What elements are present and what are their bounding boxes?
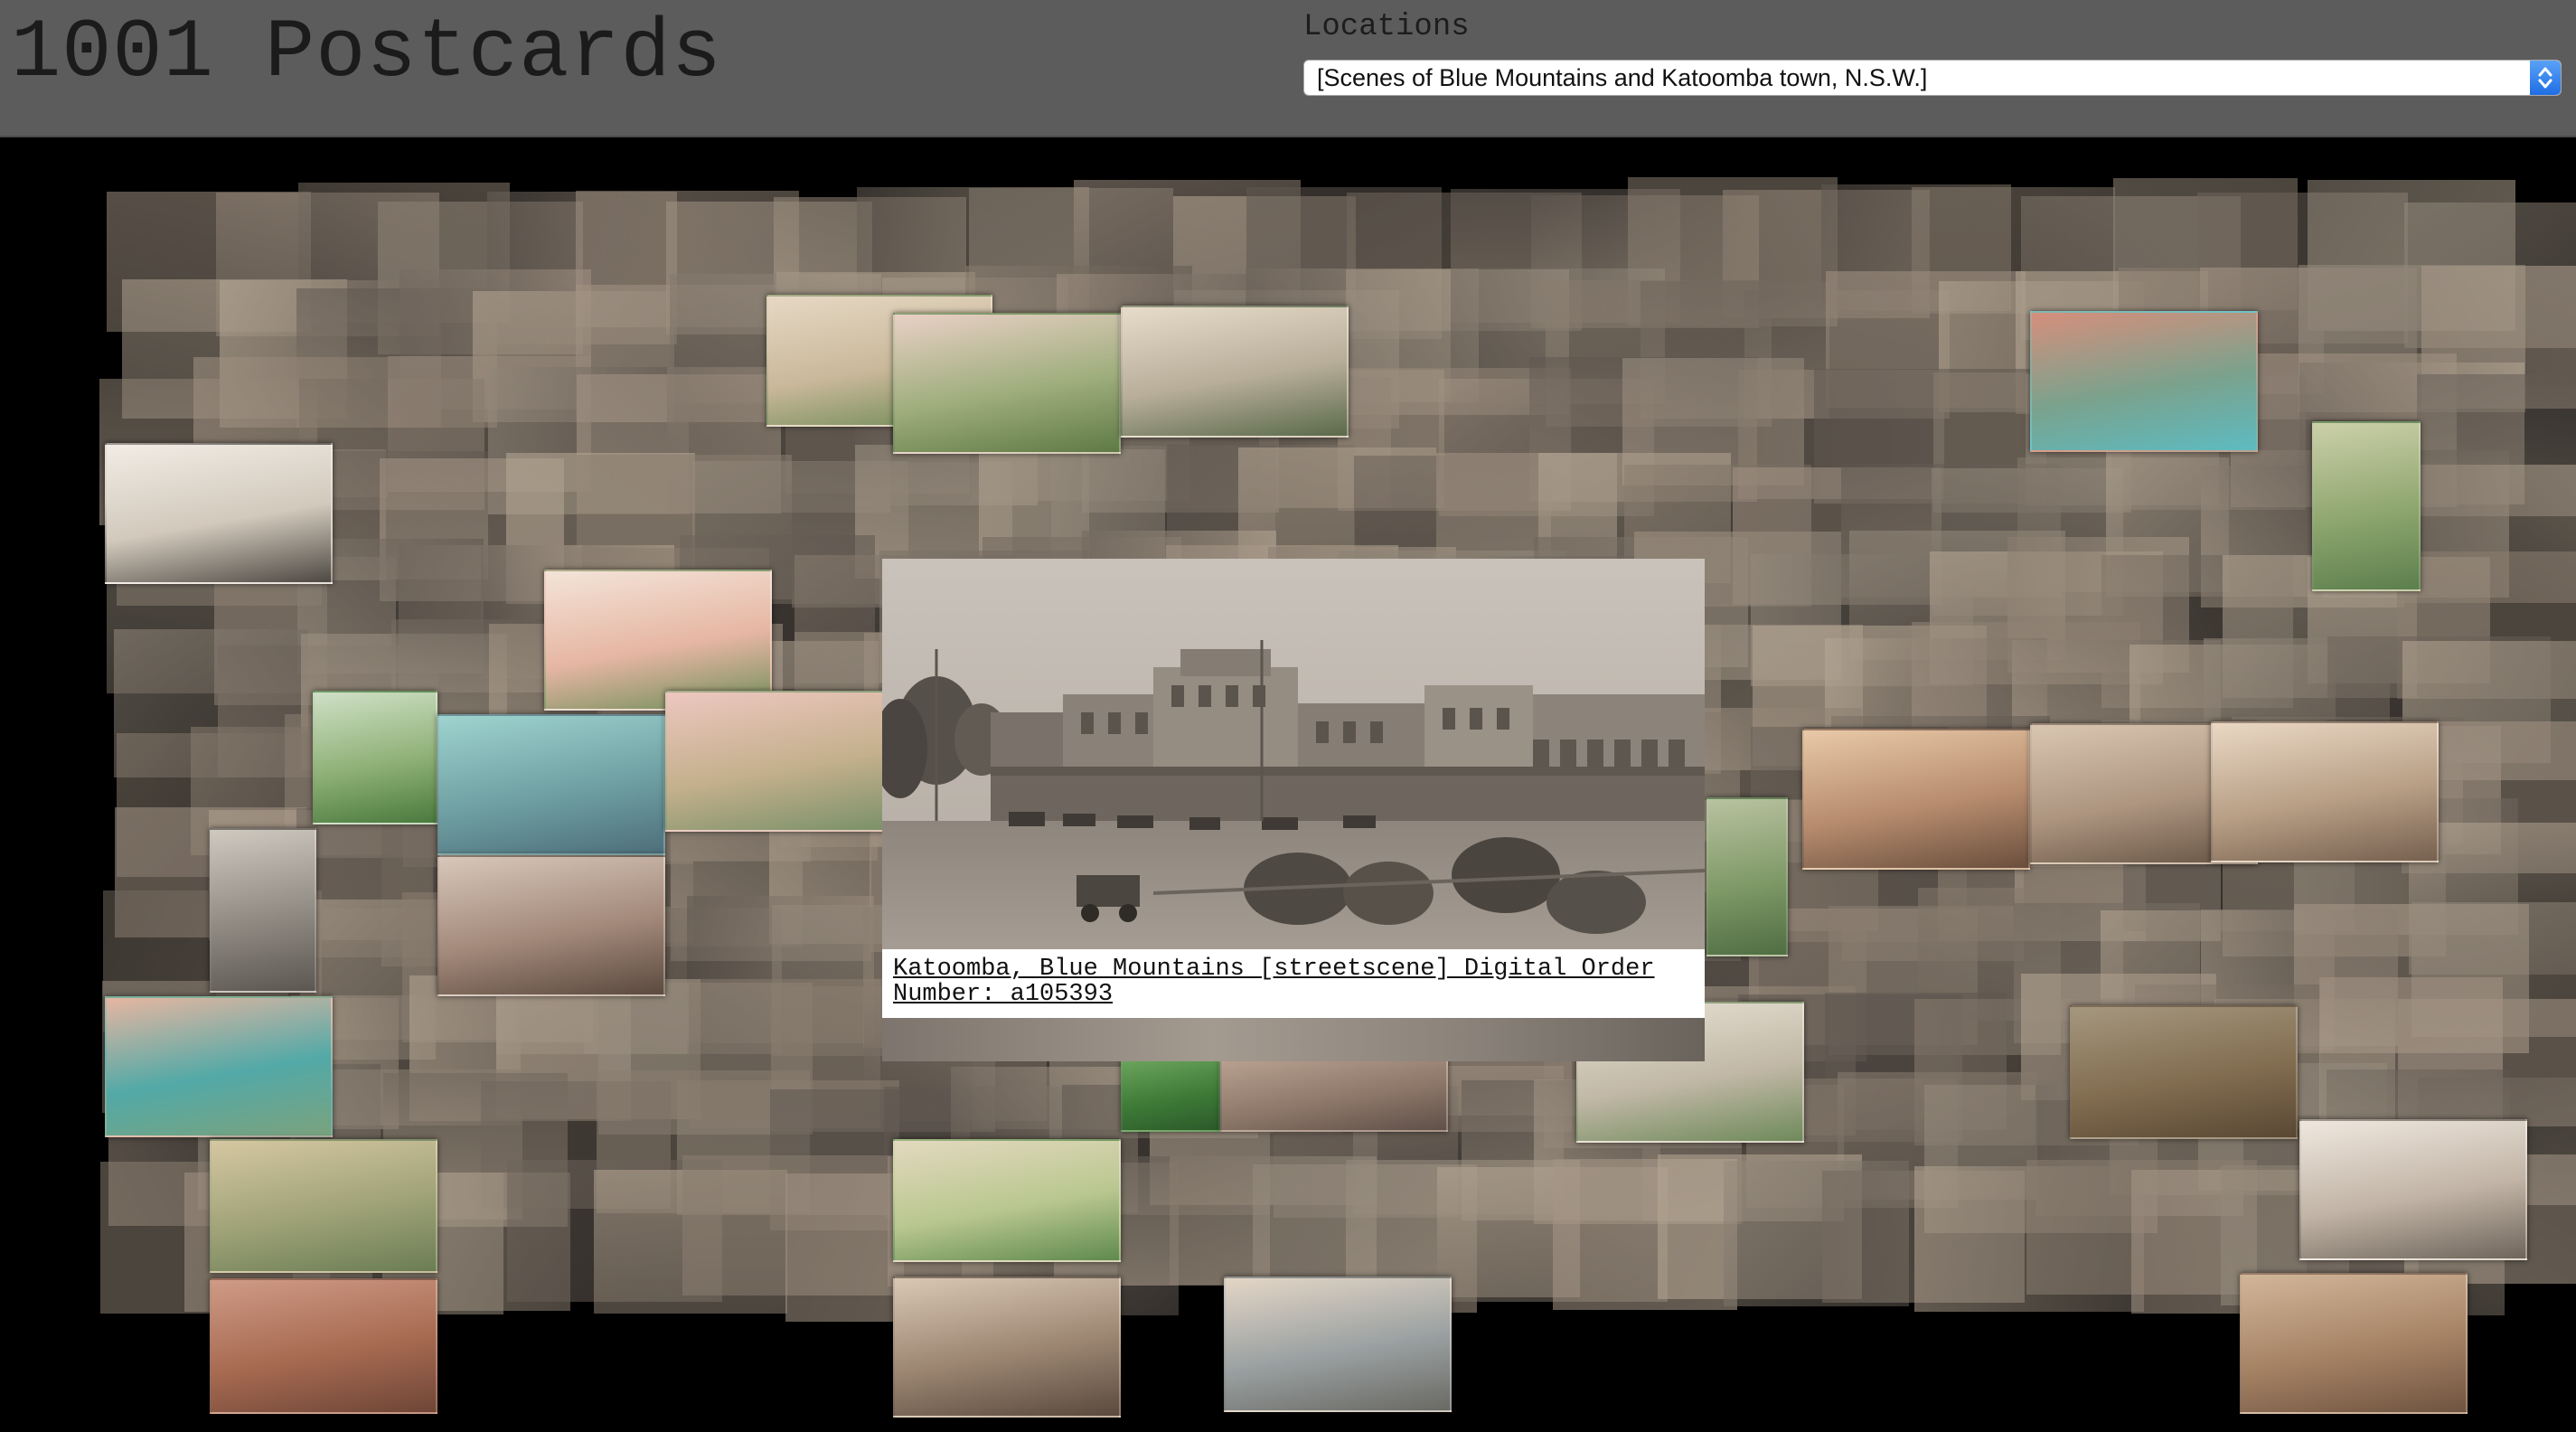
postcard-thumbnail-highlighted[interactable] — [1220, 1060, 1448, 1132]
postcard-thumbnail-highlighted[interactable] — [210, 1139, 437, 1273]
postcard-mosaic: Katoomba, Blue Mountains [streetscene] D… — [0, 137, 2576, 1432]
postcard-thumbnail-highlighted[interactable] — [437, 714, 665, 855]
selected-postcard-image[interactable] — [882, 559, 1705, 949]
postcard-thumbnail-highlighted[interactable] — [2070, 1005, 2298, 1139]
locations-dropdown[interactable]: [Scenes of Blue Mountains and Katoomba t… — [1303, 60, 2562, 96]
postcard-thumbnail-highlighted[interactable] — [893, 1277, 1121, 1418]
postcard-thumbnail-highlighted[interactable] — [1802, 729, 2030, 870]
postcard-thumbnail-highlighted[interactable] — [2299, 1119, 2527, 1260]
postcard-thumbnail-highlighted[interactable] — [313, 691, 437, 824]
locations-label: Locations — [1303, 10, 1470, 44]
selected-postcard[interactable]: Katoomba, Blue Mountains [streetscene] D… — [882, 559, 1705, 1061]
postcard-thumbnail-highlighted[interactable] — [105, 996, 333, 1137]
selected-postcard-caption: Katoomba, Blue Mountains [streetscene] D… — [882, 949, 1705, 1018]
postcard-thumbnail-highlighted[interactable] — [893, 313, 1121, 454]
postcard-thumbnail-highlighted[interactable] — [1224, 1277, 1452, 1412]
postcard-thumbnail-highlighted[interactable] — [105, 443, 333, 584]
dropdown-stepper-icon[interactable] — [2530, 61, 2561, 95]
postcard-thumbnail-highlighted[interactable] — [2240, 1273, 2468, 1414]
postcard-thumbnail-highlighted[interactable] — [1121, 306, 1349, 438]
postcard-thumbnail-highlighted[interactable] — [2312, 421, 2421, 591]
postcard-thumbnail-highlighted[interactable] — [210, 1278, 437, 1414]
postcard-thumbnail-highlighted[interactable] — [893, 1139, 1121, 1262]
postcard-thumbnail-highlighted[interactable] — [1121, 1060, 1220, 1132]
postcard-thumbnail-highlighted[interactable] — [1706, 797, 1788, 956]
postcard-thumbnail-highlighted[interactable] — [2211, 721, 2439, 862]
locations-dropdown-value: [Scenes of Blue Mountains and Katoomba t… — [1317, 64, 1928, 91]
header-bar: 1001 Postcards Locations [Scenes of Blue… — [0, 0, 2576, 137]
selected-postcard-lower-strip — [882, 1018, 1705, 1061]
postcard-thumbnail-highlighted[interactable] — [544, 570, 772, 711]
postcard-thumbnail-highlighted[interactable] — [2030, 311, 2258, 452]
postcard-thumbnail-highlighted[interactable] — [210, 828, 316, 993]
app-root: 1001 Postcards Locations [Scenes of Blue… — [0, 0, 2576, 1432]
postcard-thumbnail-highlighted[interactable] — [437, 855, 665, 996]
postcard-thumbnail-highlighted[interactable] — [665, 691, 893, 832]
app-title: 1001 Postcards — [11, 5, 722, 100]
postcard-caption-link[interactable]: Katoomba, Blue Mountains [streetscene] D… — [893, 956, 1694, 1007]
katoomba-streetscene-image — [882, 559, 1705, 949]
